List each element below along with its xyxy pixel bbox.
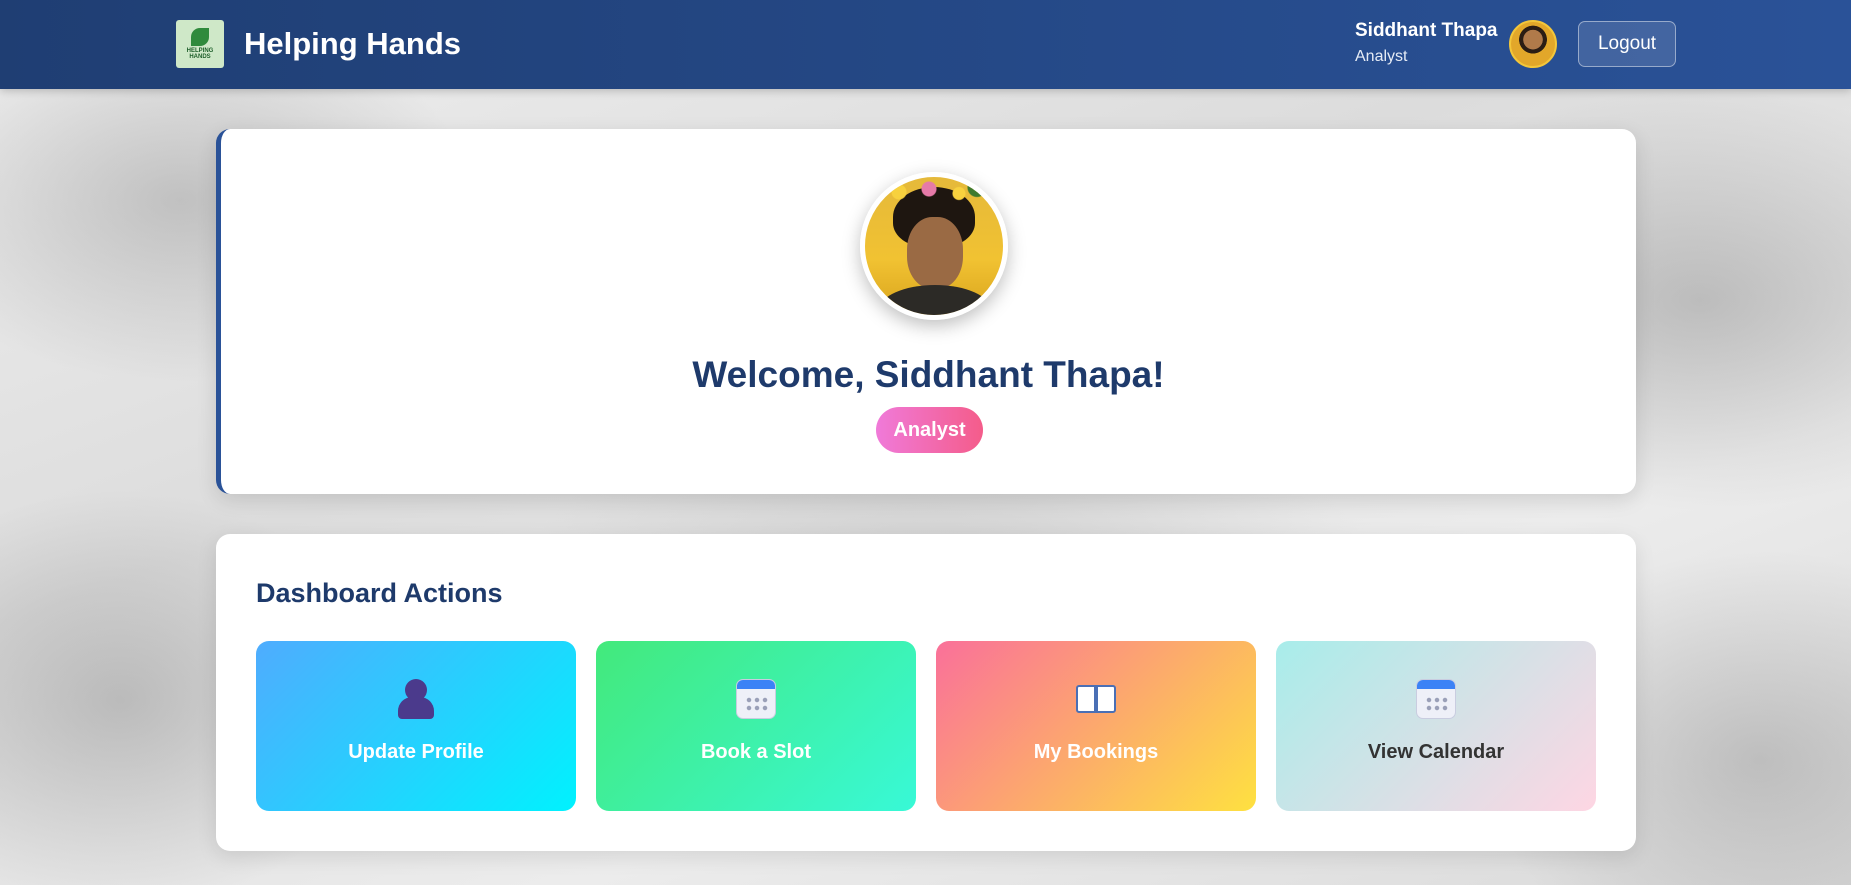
user-info: Siddhant Thapa Analyst <box>1355 20 1498 66</box>
role-badge: Analyst <box>876 407 983 453</box>
action-label: Update Profile <box>348 741 484 763</box>
welcome-card: Welcome, Siddhant Thapa! Analyst <box>216 129 1636 494</box>
action-label: Book a Slot <box>700 741 811 763</box>
brand-name[interactable]: Helping Hands <box>244 26 461 62</box>
view-calendar-button[interactable]: View Calendar <box>1276 641 1596 811</box>
person-icon <box>394 677 438 721</box>
action-label: My Bookings <box>1033 741 1159 763</box>
leaf-icon <box>191 28 209 46</box>
section-title: Dashboard Actions <box>256 578 503 608</box>
book-icon <box>1074 677 1118 721</box>
action-label: View Calendar <box>1367 741 1505 763</box>
header-user-role: Analyst <box>1355 48 1408 65</box>
calendar-icon <box>1414 677 1458 721</box>
top-navbar: HELPING HANDS Helping Hands Siddhant Tha… <box>0 0 1851 89</box>
profile-avatar <box>860 172 1008 320</box>
logout-button[interactable]: Logout <box>1578 21 1676 67</box>
header-user-name: Siddhant Thapa <box>1355 20 1498 41</box>
logo-text: HELPING HANDS <box>186 48 214 60</box>
dashboard-actions-card: Dashboard Actions Update Profile Book a … <box>216 534 1636 851</box>
brand-logo[interactable]: HELPING HANDS <box>176 20 224 68</box>
my-bookings-button[interactable]: My Bookings <box>936 641 1256 811</box>
welcome-title: Welcome, Siddhant Thapa! <box>692 354 1165 395</box>
book-slot-button[interactable]: Book a Slot <box>596 641 916 811</box>
header-avatar[interactable] <box>1509 20 1557 68</box>
update-profile-button[interactable]: Update Profile <box>256 641 576 811</box>
calendar-icon <box>734 677 778 721</box>
